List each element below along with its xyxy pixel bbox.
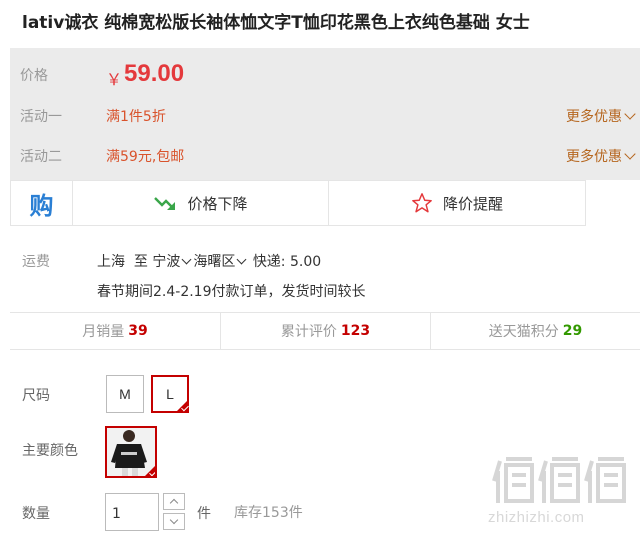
size-option-m[interactable]: M (106, 375, 144, 413)
chevron-down-icon (181, 254, 192, 265)
price-label: 价格 (20, 68, 48, 84)
quantity-label: 数量 (22, 506, 50, 522)
price-drop-button[interactable]: 价格下降 (73, 181, 329, 225)
stat-label: 累计评价 (280, 324, 337, 340)
selected-check-icon (176, 400, 188, 412)
stat-monthly-sales: 月销量 39 (10, 313, 220, 349)
quantity-increase-button[interactable] (163, 493, 185, 510)
stat-value: 39 (128, 323, 148, 339)
price-drop-label: 价格下降 (187, 194, 248, 213)
city-select[interactable]: 宁波 (152, 254, 193, 270)
more-offers-label: 更多优惠 (566, 149, 622, 165)
promo-1-label: 活动一 (20, 109, 62, 125)
price-alert-label: 降价提醒 (442, 194, 503, 213)
chevron-down-icon (169, 515, 179, 525)
stat-points: 送天猫积分 29 (430, 313, 640, 349)
color-label: 主要颜色 (22, 443, 78, 459)
chevron-down-icon (624, 148, 636, 160)
district-label: 海曙区 (193, 254, 236, 270)
star-icon (412, 193, 432, 213)
chevron-up-icon (169, 498, 179, 508)
price-value: 59.00 (124, 60, 185, 87)
chevron-down-icon (236, 254, 247, 265)
promo-2-text: 满59元,包邮 (106, 149, 185, 165)
ship-from: 上海 (97, 254, 125, 270)
action-bar: 购 价格下降 降价提醒 (10, 180, 586, 226)
quantity-input[interactable]: 1 (105, 493, 159, 531)
promo-1-text: 满1件5折 (106, 109, 166, 125)
size-text: L (166, 386, 174, 402)
promo-1-more[interactable]: 更多优惠 (566, 106, 636, 126)
chevron-down-icon (624, 108, 636, 120)
shipping-notice: 春节期间2.4-2.19付款订单，发货时间较长 (97, 284, 366, 300)
buy-icon-glyph: 购 (29, 191, 54, 220)
express-fee: 快递: 5.00 (252, 254, 322, 270)
buy-icon[interactable]: 购 (11, 181, 73, 225)
stat-reviews[interactable]: 累计评价 123 (220, 313, 430, 349)
stock-count: 库存153件 (234, 505, 303, 521)
selected-check-icon (144, 465, 155, 476)
promo-2-label: 活动二 (20, 149, 62, 165)
ship-to-word: 至 (133, 254, 148, 270)
stats-bar: 月销量 39 累计评价 123 送天猫积分 29 (10, 312, 640, 350)
quantity-decrease-button[interactable] (163, 513, 185, 530)
product-title: lativ诚衣 纯棉宽松版长袖体恤文字T恤印花黑色上衣纯色基础 女士 (22, 13, 530, 33)
color-swatch-black[interactable] (105, 426, 157, 478)
stat-value: 123 (340, 323, 371, 339)
city-label: 宁波 (152, 254, 181, 270)
more-offers-label: 更多优惠 (566, 109, 622, 125)
size-label: 尺码 (22, 388, 50, 404)
promo-2-more[interactable]: 更多优惠 (566, 146, 636, 166)
quantity-unit: 件 (197, 506, 211, 522)
stat-label: 送天猫积分 (488, 324, 559, 340)
size-text: M (119, 386, 131, 402)
shipping-route: 上海 至 宁波 海曙区 快递: 5.00 (97, 251, 321, 271)
stat-value: 29 (562, 323, 583, 339)
watermark-text: zhizhizhi.com (488, 509, 585, 526)
size-option-l[interactable]: L (151, 375, 189, 413)
shipping-label: 运费 (22, 254, 50, 270)
district-select[interactable]: 海曙区 (193, 254, 248, 270)
price-alert-button[interactable]: 降价提醒 (329, 181, 585, 225)
watermark-logo (492, 457, 626, 503)
trend-down-icon (154, 197, 176, 210)
stat-label: 月销量 (82, 324, 125, 340)
price-currency: ￥ (106, 70, 123, 89)
price-panel: 价格 ￥ 59.00 活动一 满1件5折 更多优惠 活动二 满59元,包邮 更多… (10, 48, 640, 180)
